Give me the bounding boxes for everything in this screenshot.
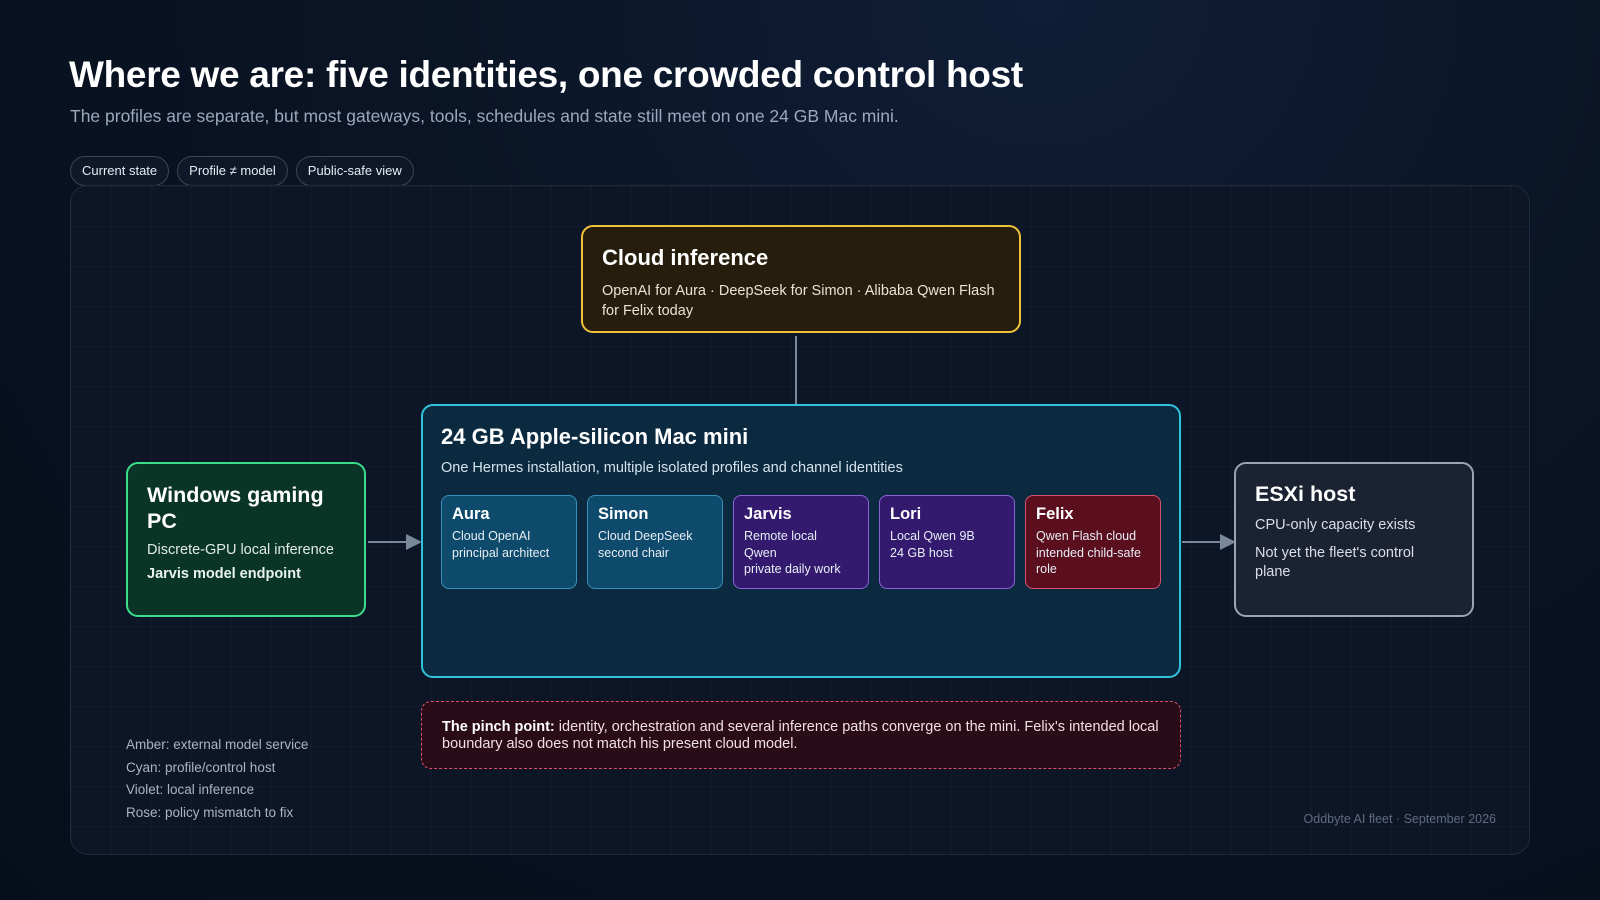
profile-line: Qwen Flash cloud: [1036, 529, 1137, 543]
profile-line: role: [1036, 562, 1057, 576]
profile-line: Remote local: [744, 529, 817, 543]
tag-row: Current state Profile ≠ model Public-saf…: [70, 156, 414, 186]
profile-card-felix: Felix Qwen Flash cloud intended child-sa…: [1025, 495, 1161, 589]
mac-mini-box: 24 GB Apple-silicon Mac mini One Hermes …: [421, 404, 1181, 678]
pc-desc: Discrete-GPU local inference: [147, 542, 334, 558]
pc-endpoint: Jarvis model endpoint: [147, 566, 301, 582]
tag-profile-model: Profile ≠ model: [177, 156, 288, 186]
profile-line: Local Qwen 9B: [890, 529, 975, 543]
profile-detail: Qwen Flash cloud intended child-safe rol…: [1036, 528, 1150, 578]
profile-detail: Remote local Qwen private daily work: [744, 528, 858, 578]
profile-name: Jarvis: [744, 505, 792, 523]
page-subtitle: The profiles are separate, but most gate…: [70, 106, 899, 126]
pc-title: Windows gaming PC: [147, 483, 324, 533]
windows-pc-box: Windows gaming PC Discrete-GPU local inf…: [126, 462, 366, 617]
mini-desc: One Hermes installation, multiple isolat…: [441, 460, 903, 476]
profile-card-lori: Lori Local Qwen 9B 24 GB host: [879, 495, 1015, 589]
page-title: Where we are: five identities, one crowd…: [69, 54, 1023, 95]
profile-name: Lori: [890, 505, 922, 523]
profile-name: Felix: [1036, 505, 1074, 523]
esxi-title: ESXi host: [1255, 482, 1356, 506]
profile-card-aura: Aura Cloud OpenAI principal architect: [441, 495, 577, 589]
tag-public-safe: Public-safe view: [295, 156, 414, 186]
legend-item-violet: Violet: local inference: [126, 782, 255, 797]
profile-line: Cloud DeepSeek: [598, 529, 693, 543]
legend: Amber: external model service Cyan: prof…: [126, 737, 308, 827]
esxi-desc-2: Not yet the fleet's control plane: [1255, 545, 1415, 580]
profile-card-simon: Simon Cloud DeepSeek second chair: [587, 495, 723, 589]
esxi-desc-1: CPU-only capacity exists: [1255, 517, 1416, 533]
profile-line: Qwen: [744, 545, 777, 560]
tag-current-state: Current state: [70, 156, 170, 186]
profile-card-jarvis: Jarvis Remote local Qwen private daily w…: [733, 495, 869, 589]
cloud-inference-box: Cloud inference OpenAI for Aura · DeepSe…: [581, 225, 1021, 333]
mini-title: 24 GB Apple-silicon Mac mini: [441, 424, 749, 449]
profile-line: principal architect: [452, 545, 550, 560]
footer-credit: Oddbyte AI fleet · September 2026: [1303, 812, 1496, 826]
legend-item-rose: Rose: policy mismatch to fix: [126, 804, 294, 820]
profile-detail: Cloud DeepSeek second chair: [598, 528, 712, 561]
legend-item-cyan: Cyan: profile/control host: [126, 759, 276, 775]
profile-line: second chair: [598, 545, 669, 560]
profile-detail: Cloud OpenAI principal architect: [452, 528, 566, 561]
profile-name: Aura: [452, 505, 490, 523]
profile-line: Cloud OpenAI: [452, 529, 531, 543]
cloud-title: Cloud inference: [602, 245, 769, 270]
cloud-desc: OpenAI for Aura · DeepSeek for Simon · A…: [602, 283, 995, 319]
profile-line: private daily work: [744, 562, 841, 576]
profile-line: 24 GB host: [890, 545, 953, 560]
profile-line: intended child-safe: [1036, 545, 1141, 560]
esxi-host-box: ESXi host CPU-only capacity exists Not y…: [1234, 462, 1474, 617]
pinch-label: The pinch point:: [442, 719, 555, 735]
profile-row: Aura Cloud OpenAI principal architect Si…: [441, 495, 1161, 589]
legend-item-amber: Amber: external model service: [126, 737, 309, 752]
profile-name: Simon: [598, 505, 649, 523]
pinch-point-callout: The pinch point: identity, orchestration…: [421, 701, 1181, 769]
profile-detail: Local Qwen 9B 24 GB host: [890, 528, 1004, 561]
